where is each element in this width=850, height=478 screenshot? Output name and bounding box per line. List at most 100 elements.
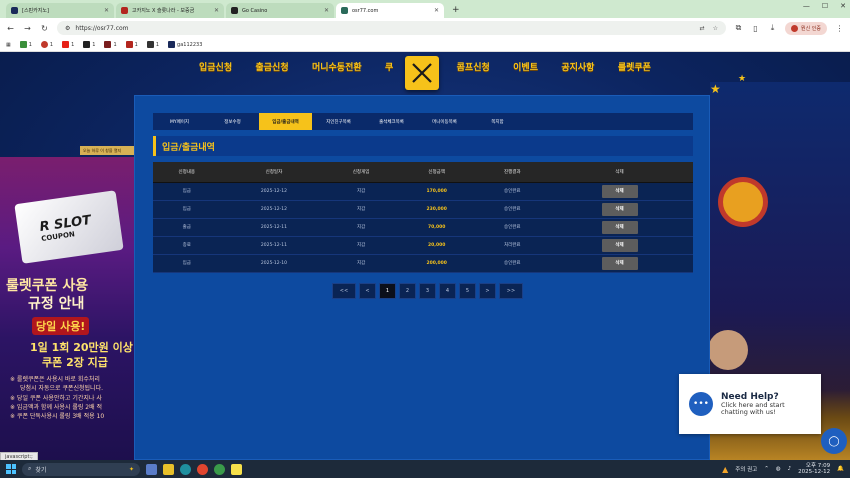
clock-date: 2025-12-12 [798,469,831,475]
menu-icon[interactable]: ⋮ [835,24,844,33]
minimize-icon[interactable]: — [803,2,810,10]
page-prev-button[interactable]: < [359,283,376,299]
bookmark-favicon-icon [19,41,27,48]
promo-note: 당첨시 자동으로 쿠폰신청됩니다. [20,385,104,392]
browser-tab-active[interactable]: osr77.com ✕ [336,3,444,18]
page-first-button[interactable]: << [332,283,356,299]
app-icon[interactable] [146,463,157,475]
bookmark-item[interactable]: 1 [146,41,159,48]
tab-favicon-icon [121,7,128,14]
maximize-icon[interactable]: ☐ [822,2,828,10]
bookmark-item[interactable]: 1 [104,41,117,48]
dismiss-today-link[interactable]: 오늘 하루 이 창을 열지 [80,146,136,155]
chrome-icon[interactable] [197,463,208,475]
apps-grid-icon[interactable]: ▦ [6,42,11,48]
bookmark-item[interactable]: 1 [62,41,74,48]
cell-amount: 70,000 [394,218,479,237]
extensions-icon[interactable]: ⧉ [734,23,743,33]
page-next-button[interactable]: > [479,283,496,299]
translate-icon[interactable]: ⇄ [700,25,705,32]
delete-button[interactable]: 삭제 [601,202,638,216]
bookmark-favicon-icon [125,41,133,48]
network-icon[interactable]: ◍ [776,466,781,472]
reload-icon[interactable]: ↻ [40,24,49,33]
page-button-current[interactable]: 1 [379,283,396,299]
browser-tab[interactable]: [스핀카지노] ✕ [6,3,114,18]
profile-button[interactable]: 뭔신 인증 [785,21,827,35]
bookmark-favicon-icon [104,41,112,48]
clock[interactable]: 오후 7:09 2025-12-12 [798,463,830,475]
tab-transaction-history[interactable]: 입금/출금내역 [259,113,312,130]
weather-status[interactable]: 주의 권고 [735,465,757,473]
delete-button[interactable]: 삭제 [601,238,638,252]
bookmark-favicon-icon [146,41,154,48]
chat-help-card[interactable]: ••• Need Help? Click here and start chat… [679,374,821,434]
cell-date: 2025-12-12 [220,200,328,219]
nav-notice[interactable]: 공지사항 [561,60,594,73]
page-button[interactable]: 2 [399,283,416,299]
volume-icon[interactable]: ♪ [788,466,792,472]
close-button[interactable] [405,56,439,90]
bookmark-item[interactable]: ga112233 [168,41,202,48]
nav-event[interactable]: 이벤트 [513,60,538,73]
column-header: 삭제 [546,162,693,183]
taskbar-search[interactable]: ⌕ 찾기 ✦ [22,462,140,476]
close-icon[interactable]: ✕ [214,7,219,14]
bookmark-item[interactable]: 1 [40,41,53,48]
close-icon[interactable]: ✕ [324,7,329,14]
tab-friends[interactable]: 지인친구목록 [312,113,365,130]
back-icon[interactable]: ← [6,24,15,33]
windows-start-icon[interactable] [6,464,16,474]
close-icon[interactable]: ✕ [434,7,439,14]
window-close-icon[interactable]: ✕ [840,2,846,10]
edge-icon[interactable] [180,463,191,475]
nav-comp[interactable]: 콤프신청 [457,60,490,73]
kakaotalk-icon[interactable] [231,463,242,475]
tab-messages[interactable]: 쪽지함 [471,113,524,130]
page-button[interactable]: 4 [439,283,456,299]
page-button[interactable]: 5 [459,283,476,299]
browser-tab[interactable]: Go Casino ✕ [226,3,334,18]
app-icon[interactable] [163,463,174,475]
nav-coupon[interactable]: 쿠 [385,60,393,73]
bookmark-item[interactable]: 1 [19,41,32,48]
site-info-icon[interactable]: ⚙ [65,25,70,32]
url-input[interactable]: ⚙ https://osr77.com ⇄ ☆ [57,21,726,35]
tab-mypage[interactable]: MY페이지 [153,113,206,130]
downloads-icon[interactable]: ⤓ [768,23,777,33]
browser-tab[interactable]: 고카지노 X 슬롯나라 - 보증금 ✕ [116,3,224,18]
chevron-up-icon[interactable]: ⌃ [764,466,769,472]
chat-subtitle: Click here and start chatting with us! [721,401,785,416]
window-controls: — ☐ ✕ [803,2,846,10]
mascot-image [708,330,748,370]
close-icon[interactable]: ✕ [104,7,109,14]
cell-amount: 170,000 [394,182,479,201]
bookmark-item[interactable]: 1 [83,41,95,48]
page-button[interactable]: 3 [419,283,436,299]
cell-result: 처리완료 [478,236,547,255]
youtube-icon [62,41,70,48]
tab-attendance[interactable]: 출석체크목록 [365,113,418,130]
chrome-icon[interactable] [214,463,225,475]
sidepanel-icon[interactable]: ▯ [751,24,760,33]
delete-button[interactable]: 삭제 [601,220,638,234]
promo-badge: 당일 사용! [32,317,90,335]
delete-button[interactable]: 삭제 [601,256,638,270]
tab-edit-info[interactable]: 정보수정 [206,113,259,130]
delete-button[interactable]: 삭제 [601,184,638,198]
nav-deposit[interactable]: 입금신청 [199,60,232,73]
forward-icon[interactable]: → [23,24,32,33]
bookmark-item[interactable]: 1 [125,41,138,48]
notification-icon[interactable]: 🔔 [837,466,844,472]
chat-launcher-button[interactable]: ◯ [821,428,847,454]
cell-date: 2025-12-11 [220,218,328,237]
tab-money-move[interactable]: 머니이동목록 [418,113,471,130]
nav-money-transfer[interactable]: 머니수동전환 [312,60,362,73]
nav-withdraw[interactable]: 출금신청 [255,60,288,73]
cell-action: 삭제 [546,236,693,255]
page-last-button[interactable]: >> [499,283,523,299]
bookmark-star-icon[interactable]: ☆ [713,25,718,32]
promo-banner[interactable]: R SLOT COUPON 룰렛쿠폰 사용 규정 안내 당일 사용! 1일 1회… [0,157,135,460]
nav-roulette-coupon[interactable]: 룰렛쿠폰 [618,60,651,73]
new-tab-icon[interactable]: + [446,5,466,18]
